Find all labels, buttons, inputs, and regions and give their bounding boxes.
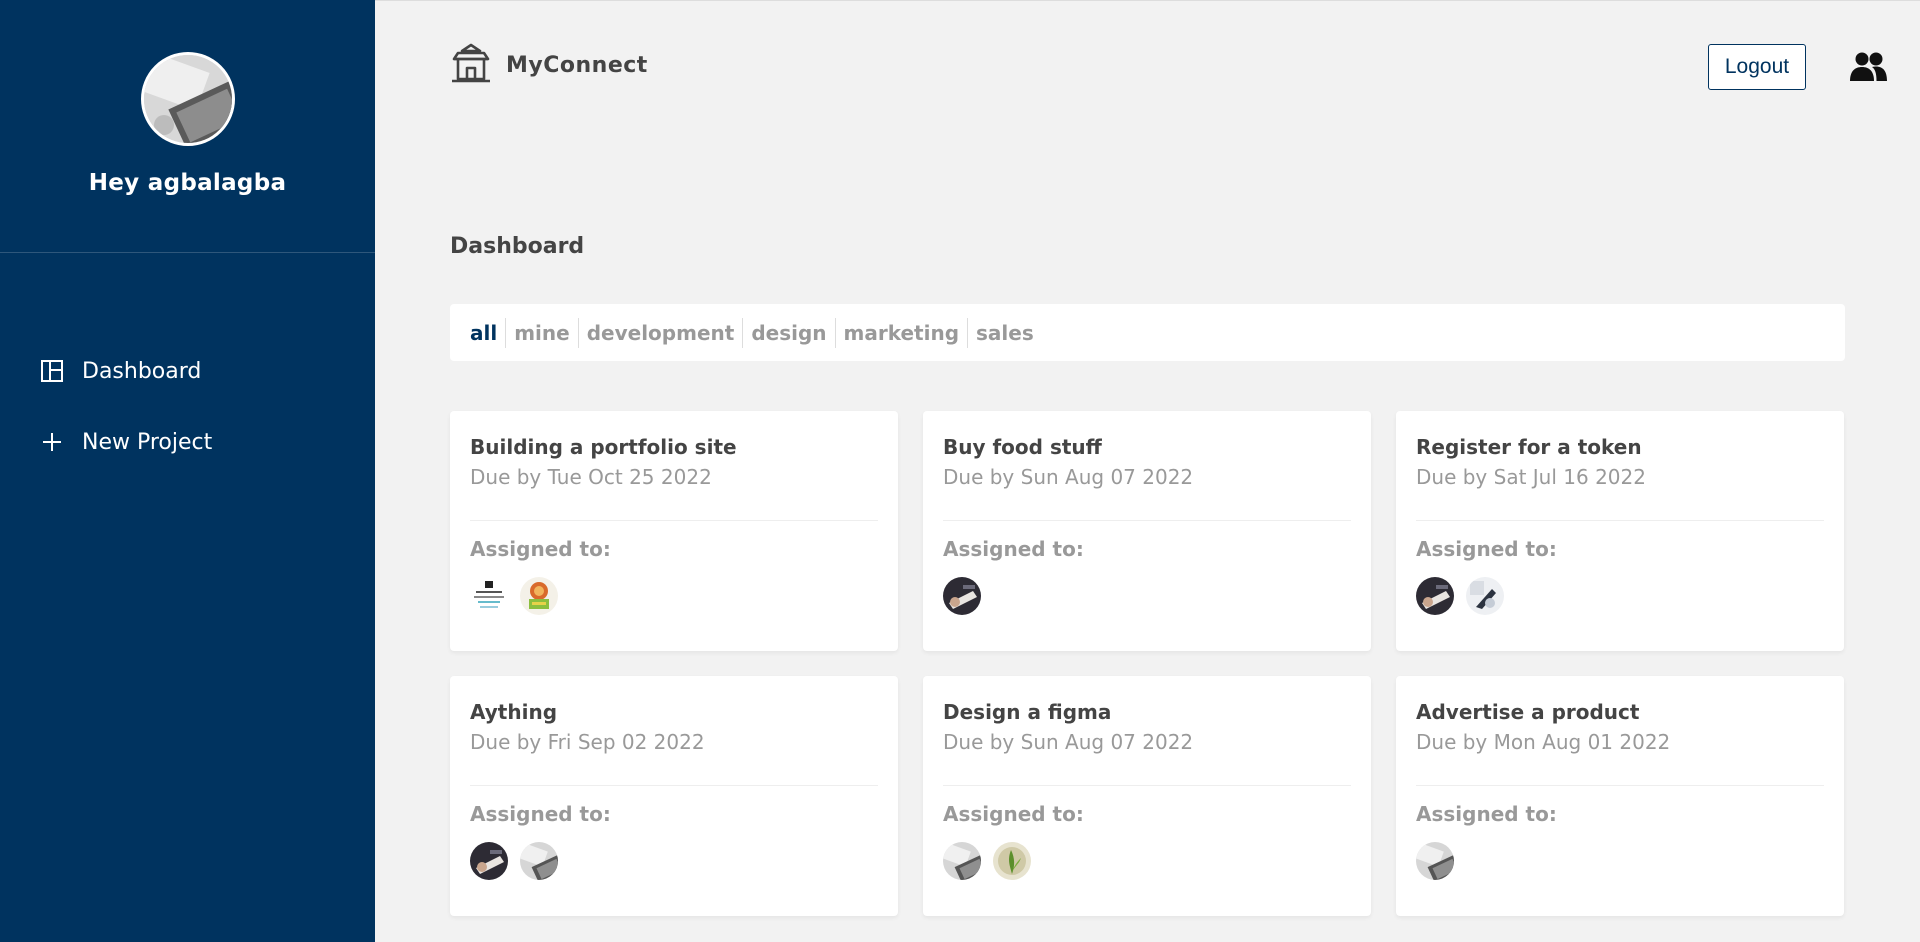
assignee-avatar[interactable]: [1466, 577, 1504, 615]
project-card[interactable]: Advertise a product Due by Mon Aug 01 20…: [1396, 676, 1844, 916]
filter-development[interactable]: development: [579, 317, 744, 348]
users-icon[interactable]: [1850, 51, 1888, 87]
assigned-label: Assigned to:: [470, 802, 611, 826]
divider: [943, 520, 1351, 521]
project-card[interactable]: Register for a token Due by Sat Jul 16 2…: [1396, 411, 1844, 651]
project-title: Design a figma: [943, 700, 1112, 724]
project-card[interactable]: Aything Due by Fri Sep 02 2022 Assigned …: [450, 676, 898, 916]
project-due-date: Due by Mon Aug 01 2022: [1416, 730, 1671, 754]
assignee-list: [943, 842, 1351, 880]
project-title: Register for a token: [1416, 435, 1642, 459]
assignee-avatar[interactable]: [1416, 842, 1454, 880]
brand[interactable]: MyConnect: [450, 43, 648, 87]
filter-design[interactable]: design: [743, 317, 836, 348]
assigned-label: Assigned to:: [470, 537, 611, 561]
assignee-avatar[interactable]: [943, 842, 981, 880]
assigned-label: Assigned to:: [1416, 537, 1557, 561]
project-title: Aything: [470, 700, 558, 724]
project-due-date: Due by Sat Jul 16 2022: [1416, 465, 1646, 489]
page-title: Dashboard: [450, 234, 585, 259]
brand-name: MyConnect: [506, 52, 648, 78]
profile-avatar[interactable]: [140, 52, 235, 146]
assignee-avatar[interactable]: [943, 577, 981, 615]
project-due-date: Due by Tue Oct 25 2022: [470, 465, 712, 489]
assignee-avatar[interactable]: [470, 577, 508, 615]
project-due-date: Due by Fri Sep 02 2022: [470, 730, 705, 754]
logout-button[interactable]: Logout: [1708, 44, 1806, 90]
sidebar-item-new-project[interactable]: New Project: [0, 424, 375, 460]
dashboard-icon: [40, 359, 64, 383]
sidebar: Hey agbalagba Dashboard New Project: [0, 0, 375, 942]
assignee-list: [943, 577, 1351, 615]
project-title: Building a portfolio site: [470, 435, 737, 459]
sidebar-item-label: New Project: [82, 429, 213, 455]
filter-marketing[interactable]: marketing: [836, 317, 969, 348]
assignee-list: [470, 842, 878, 880]
project-title: Buy food stuff: [943, 435, 1102, 459]
project-grid: Building a portfolio site Due by Tue Oct…: [450, 411, 1845, 916]
assigned-label: Assigned to:: [943, 537, 1084, 561]
divider: [470, 785, 878, 786]
sidebar-item-label: Dashboard: [82, 358, 202, 384]
assignee-avatar[interactable]: [993, 842, 1031, 880]
filter-bar: all mine development design marketing sa…: [450, 304, 1845, 361]
assignee-list: [1416, 842, 1824, 880]
assignee-avatar[interactable]: [520, 842, 558, 880]
project-due-date: Due by Sun Aug 07 2022: [943, 465, 1194, 489]
project-card[interactable]: Buy food stuff Due by Sun Aug 07 2022 As…: [923, 411, 1371, 651]
filter-mine[interactable]: mine: [506, 317, 579, 348]
project-card[interactable]: Design a figma Due by Sun Aug 07 2022 As…: [923, 676, 1371, 916]
filter-sales[interactable]: sales: [968, 318, 1042, 348]
divider: [1416, 520, 1824, 521]
project-title: Advertise a product: [1416, 700, 1640, 724]
assignee-avatar[interactable]: [520, 577, 558, 615]
sidebar-nav: Dashboard New Project: [0, 353, 375, 460]
avatar-image: [143, 55, 232, 143]
project-card[interactable]: Building a portfolio site Due by Tue Oct…: [450, 411, 898, 651]
greeting-text: Hey agbalagba: [88, 170, 287, 196]
divider: [470, 520, 878, 521]
assignee-avatar[interactable]: [1416, 577, 1454, 615]
project-due-date: Due by Sun Aug 07 2022: [943, 730, 1194, 754]
filter-all[interactable]: all: [470, 317, 507, 348]
divider: [1416, 785, 1824, 786]
assignee-list: [1416, 577, 1824, 615]
divider: [943, 785, 1351, 786]
assigned-label: Assigned to:: [1416, 802, 1557, 826]
temple-icon: [450, 43, 492, 87]
sidebar-item-dashboard[interactable]: Dashboard: [0, 353, 375, 389]
assigned-label: Assigned to:: [943, 802, 1084, 826]
assignee-avatar[interactable]: [470, 842, 508, 880]
profile-section: Hey agbalagba: [0, 0, 375, 253]
topbar: MyConnect Logout: [375, 0, 1920, 131]
plus-icon: [40, 430, 64, 454]
assignee-list: [470, 577, 878, 615]
